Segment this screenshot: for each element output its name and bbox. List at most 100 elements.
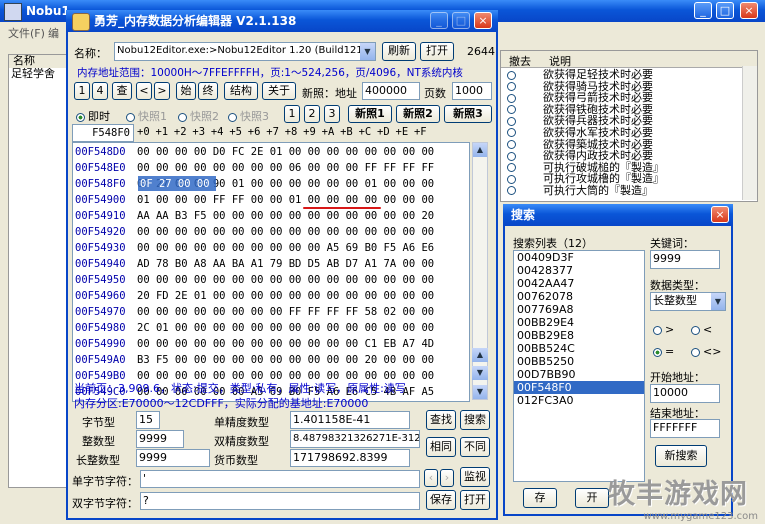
first-page-button[interactable]: 始 [176,82,196,100]
op-ne-radio[interactable]: <> [691,345,721,358]
search-result-item[interactable]: 00409D3F [514,251,644,264]
hex-row-bytes[interactable]: 2C 01 00 00 00 00 00 00 00 00 00 00 00 0… [137,322,434,334]
hex-row-bytes[interactable]: 00 00 00 00 00 00 00 00 00 00 A5 69 B0 F… [137,242,434,254]
structure-button[interactable]: 结构 [224,82,258,100]
mode-snap2-radio[interactable]: 快照2 [178,108,219,124]
right-panel-scrollbar[interactable] [742,66,757,200]
scroll-down-icon[interactable]: ▼ [473,385,487,399]
snap-number-3[interactable]: 3 [324,105,340,123]
op-gt-radio[interactable]: > [653,323,674,336]
search-result-item[interactable]: 00D7BB90 [514,368,644,381]
search-result-item[interactable]: 00F548F0 [514,381,644,394]
hex-row-bytes[interactable]: 20 FD 2E 01 00 00 00 00 00 00 00 00 00 0… [137,290,434,302]
op-lt-radio[interactable]: < [691,323,712,336]
hex-row-bytes[interactable]: 00 00 00 00 00 00 00 00 00 00 00 00 00 0… [137,274,434,286]
editor-minimize-button[interactable]: _ [430,12,448,29]
hex-row-bytes[interactable]: 00 00 00 00 00 00 00 00 06 00 00 00 FF F… [137,162,434,174]
main-close-button[interactable]: × [740,2,758,19]
process-select[interactable]: Nobu12Editor.exe:>Nobu12Editor 1.20 (Bui… [114,42,376,61]
search-result-item[interactable]: 00BB524C [514,342,644,355]
search-result-item[interactable]: 012FC3A0 [514,394,644,407]
search-result-item[interactable]: 0042AA47 [514,277,644,290]
hex-row[interactable]: 00F54950 00 00 00 00 00 00 00 00 00 00 00… [75,272,434,288]
same-button[interactable]: 相同 [426,437,456,457]
find-page-button[interactable]: 查 [112,82,132,100]
sbcs-input[interactable]: ' [140,470,420,488]
save-button[interactable]: 保存 [426,490,456,510]
hex-row-bytes[interactable]: 00 00 00 00 D0 FC 2E 01 00 00 00 00 00 0… [137,146,434,158]
start-address-input[interactable]: 10000 [650,384,720,403]
end-address-input[interactable]: FFFFFFF [650,419,720,438]
search-close-button[interactable]: × [711,206,729,223]
search-result-item[interactable]: 00BB5250 [514,355,644,368]
monitor-button[interactable]: 监视 [460,467,490,487]
hex-row[interactable]: 00F54900 01 00 00 00 FF FF 00 00 01 00 00… [75,192,434,208]
hex-row-bytes[interactable]: AD 78 B0 A8 AA BA A1 79 BD D5 AB D7 A1 7… [137,258,434,270]
next-page-button[interactable]: > [154,82,170,100]
hex-row[interactable]: 00F54960 20 FD 2E 01 00 00 00 00 00 00 00… [75,288,434,304]
hex-page-up-button[interactable]: ▲ [472,348,488,362]
left-list-item[interactable]: 足轻学舍 [11,68,69,80]
open-file-button[interactable]: 打开 [460,490,490,510]
menu-file[interactable]: 文件(F) [8,25,45,41]
currency-input[interactable]: 171798692.8399 [290,449,410,467]
editor-maximize-button[interactable]: □ [452,12,470,29]
last-page-button[interactable]: 终 [198,82,218,100]
search-save-button[interactable]: 存 [523,488,557,508]
search-result-item[interactable]: 007769A8 [514,303,644,316]
scroll-up-icon[interactable]: ▲ [473,143,487,157]
hex-grid[interactable]: 00F548D0 00 00 00 00 D0 FC 2E 01 00 00 00… [72,142,470,402]
goto-address-input[interactable]: F548F0 [72,124,134,142]
search-result-item[interactable]: 00762078 [514,290,644,303]
menu-edit[interactable]: 编 [48,25,59,41]
main-minimize-button[interactable]: _ [694,2,712,19]
snapshot-address-input[interactable]: 400000 [362,82,420,100]
main-maximize-button[interactable]: □ [716,2,734,19]
mode-instant-radio[interactable]: 即时 [76,108,110,124]
refresh-button[interactable]: 刷新 [382,42,416,61]
hex-row-bytes[interactable]: 01 00 00 00 FF FF 00 00 01 00 00 00 00 0… [137,194,434,206]
hex-row[interactable]: 00F54990 00 00 00 00 00 00 00 00 00 00 00… [75,336,434,352]
search-result-item[interactable]: 00BB29E4 [514,316,644,329]
pages-input[interactable]: 1000 [452,82,492,100]
hex-row[interactable]: 00F54920 00 00 00 00 00 00 00 00 00 00 00… [75,224,434,240]
hex-row[interactable]: 00F54930 00 00 00 00 00 00 00 00 00 00 A5… [75,240,434,256]
hex-row[interactable]: 00F548F0 0F 27 00 00 90 01 00 00 00 00 00… [75,176,434,192]
new-snap-2-button[interactable]: 新照2 [396,105,440,123]
process-dropdown-icon[interactable]: ▼ [360,43,375,60]
hex-row[interactable]: 00F548E0 00 00 00 00 00 00 00 00 06 00 00… [75,160,434,176]
hex-row-bytes[interactable]: AA AA B3 F5 00 00 00 00 00 00 00 00 00 0… [137,210,434,222]
data-type-dropdown-icon[interactable]: ▼ [711,293,725,310]
about-button[interactable]: 关于 [262,82,296,100]
hex-row[interactable]: 00F54970 00 00 00 00 00 00 00 00 FF FF FF… [75,304,434,320]
new-snap-3-button[interactable]: 新照3 [444,105,492,123]
hex-row[interactable]: 00F54910 AA AA B3 F5 00 00 00 00 00 00 00… [75,208,434,224]
hex-row-bytes[interactable]: 00 00 00 00 00 00 00 00 FF FF FF FF 58 0… [137,306,434,318]
new-snap-1-button[interactable]: 新照1 [348,105,392,123]
right-list-item[interactable]: 可执行大筒的『製造』 [507,185,755,197]
hex-row[interactable]: 00F548D0 00 00 00 00 D0 FC 2E 01 00 00 00… [75,144,434,160]
hex-row[interactable]: 00F54940 AD 78 B0 A8 AA BA A1 79 BD D5 AB… [75,256,434,272]
keyword-input[interactable]: 9999 [650,250,720,269]
hex-row-bytes[interactable]: 00 00 00 00 00 00 00 00 00 00 00 00 00 0… [137,226,434,238]
int-input[interactable]: 9999 [136,430,184,448]
mode-snap1-radio[interactable]: 快照1 [126,108,167,124]
new-search-button[interactable]: 新搜索 [655,445,707,467]
hex-row-bytes[interactable]: 00 00 00 00 00 00 00 00 00 00 00 00 C1 E… [137,338,434,350]
find-button[interactable]: 查找 [426,410,456,430]
search-result-list[interactable]: 00409D3F 00428377 0042AA47 00762078 007769A8… [513,250,645,482]
byte-type-input[interactable]: 15 [136,411,160,429]
snap-number-1[interactable]: 1 [284,105,300,123]
search-result-item[interactable]: 00BB29E8 [514,329,644,342]
nav-button-1[interactable]: 1 [74,82,90,100]
hex-row[interactable]: 00F54980 2C 01 00 00 00 00 00 00 00 00 00… [75,320,434,336]
nav-button-4[interactable]: 4 [92,82,108,100]
snap-number-2[interactable]: 2 [304,105,320,123]
hex-row[interactable]: 00F549A0 B3 F5 00 00 00 00 00 00 00 00 00… [75,352,434,368]
diff-button[interactable]: 不同 [460,437,490,457]
dbcs-input[interactable]: ? [140,492,420,510]
mode-snap3-radio[interactable]: 快照3 [228,108,269,124]
double-input[interactable]: 8.48798321326271E-312 [290,430,420,448]
float-input[interactable]: 1.401158E-41 [290,411,410,429]
prev-char-button[interactable]: ‹ [424,469,438,487]
